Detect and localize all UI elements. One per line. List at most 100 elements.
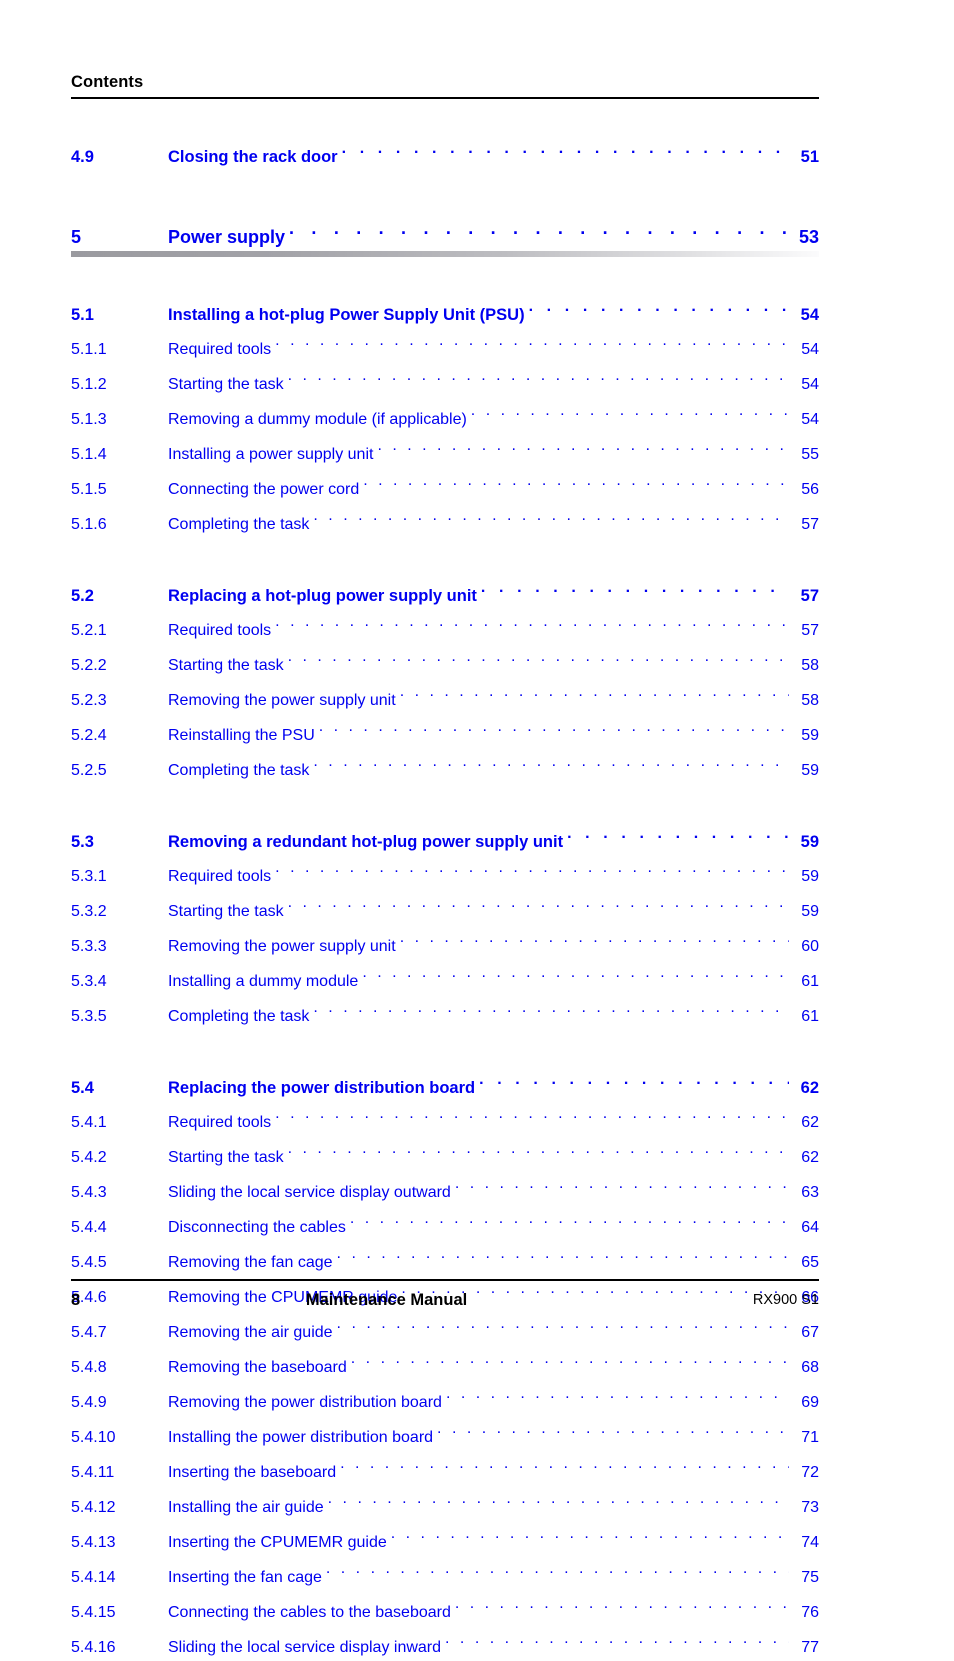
toc-entry[interactable]: 5.1.4 Installing a power supply unit 55: [71, 433, 819, 468]
toc-entry-page: 64: [801, 1219, 819, 1236]
toc-entry-title: Inserting the baseboard: [168, 1464, 337, 1481]
toc-entry-title: Required tools: [168, 341, 272, 358]
toc-entry[interactable]: 5.4.14 Inserting the fan cage 75: [71, 1556, 819, 1591]
toc-dot-leader: [337, 1241, 789, 1267]
toc-dot-leader: [351, 1346, 789, 1372]
footer-divider: [71, 1279, 819, 1281]
toc-dot-leader: [481, 575, 789, 601]
toc-entry-number: 5.3.2: [71, 903, 107, 920]
toc-entry-title: Completing the task: [168, 1008, 310, 1025]
toc-entry-title: Removing the fan cage: [168, 1254, 333, 1271]
toc-entry-number: 5.4.7: [71, 1324, 107, 1341]
toc-entry-page: 62: [800, 1079, 819, 1097]
toc-entry[interactable]: 5.4.10 Installing the power distribution …: [71, 1416, 819, 1451]
toc-entry-number: 5.3: [71, 833, 94, 851]
toc-entry-page: 72: [801, 1464, 819, 1481]
toc-entry[interactable]: 5.1.3 Removing a dummy module (if applica…: [71, 398, 819, 433]
toc-dot-leader: [319, 714, 789, 740]
toc-entry[interactable]: 5.4.7 Removing the air guide 67: [71, 1311, 819, 1346]
toc-entry-page: 60: [801, 938, 819, 955]
toc-entry-number: 5.4.3: [71, 1184, 107, 1201]
toc-entry[interactable]: 5.2.4 Reinstalling the PSU 59: [71, 714, 819, 749]
toc-entry-number: 5.1.6: [71, 516, 107, 533]
footer-product-name: RX900 S1: [752, 1292, 819, 1308]
toc-entry[interactable]: 5.3.5 Completing the task 61: [71, 995, 819, 1030]
toc-entry-number: 5.2.4: [71, 727, 107, 744]
toc-entry[interactable]: 5.4.3 Sliding the local service display o…: [71, 1171, 819, 1206]
toc-dot-leader: [400, 679, 789, 705]
table-of-contents: 4.9Closing the rack door51 5Power supply5…: [71, 136, 819, 1661]
toc-entry-number: 5.2.3: [71, 692, 107, 709]
toc-entry-number: 5.4.1: [71, 1114, 107, 1131]
toc-entry[interactable]: 5.4.12 Installing the air guide 73: [71, 1486, 819, 1521]
toc-entry[interactable]: 5.4.5 Removing the fan cage 65: [71, 1241, 819, 1276]
toc-entry[interactable]: 5.4.8 Removing the baseboard 68: [71, 1346, 819, 1381]
toc-entry-title: Starting the task: [168, 657, 284, 674]
toc-entry-title: Connecting the power cord: [168, 481, 360, 498]
toc-entry[interactable]: 5.4.1 Required tools 62: [71, 1101, 819, 1136]
toc-entry-title: Inserting the CPUMEMR guide: [168, 1534, 387, 1551]
toc-entry[interactable]: 5.2 Replacing a hot-plug power supply uni…: [71, 575, 819, 609]
toc-entry-number: 5.4.16: [71, 1639, 116, 1656]
toc-entry-number: 5.1.2: [71, 376, 107, 393]
toc-entry[interactable]: 5.3.3 Removing the power supply unit 60: [71, 925, 819, 960]
toc-entry-number: 5.3.5: [71, 1008, 107, 1025]
toc-dot-leader: [567, 821, 789, 847]
toc-entry[interactable]: 5.2.1 Required tools 57: [71, 609, 819, 644]
toc-entry[interactable]: 5.4.9 Removing the power distribution boa…: [71, 1381, 819, 1416]
toc-entry[interactable]: 5.1.2 Starting the task 54: [71, 363, 819, 398]
toc-entry-number: 5.4.4: [71, 1219, 107, 1236]
toc-entry-title: Reinstalling the PSU: [168, 727, 315, 744]
toc-entry[interactable]: 5.2.2 Starting the task 58: [71, 644, 819, 679]
toc-entry-page: 58: [801, 657, 819, 674]
toc-entry[interactable]: 5.4.11 Inserting the baseboard 72: [71, 1451, 819, 1486]
toc-entry-number: 5.4.12: [71, 1499, 116, 1516]
toc-entry[interactable]: 5.2.5 Completing the task 59: [71, 749, 819, 784]
toc-dot-leader: [455, 1591, 789, 1617]
toc-entry[interactable]: 5.4.15 Connecting the cables to the baseb…: [71, 1591, 819, 1626]
toc-entry[interactable]: 5.4.13 Inserting the CPUMEMR guide 74: [71, 1521, 819, 1556]
toc-entry[interactable]: 4.9 Closing the rack door 51: [71, 136, 819, 170]
toc-entry-page: 54: [801, 376, 819, 393]
toc-dot-leader: [326, 1556, 789, 1582]
toc-entry-page: 73: [801, 1499, 819, 1516]
toc-entry[interactable]: 5.4.2 Starting the task 62: [71, 1136, 819, 1171]
toc-entry-number: 5.1.3: [71, 411, 107, 428]
toc-entry-title: Installing a dummy module: [168, 973, 359, 990]
toc-entry-page: 57: [800, 587, 819, 605]
toc-entry-title: Removing a redundant hot-plug power supp…: [168, 833, 564, 851]
toc-entry[interactable]: 5.1 Installing a hot-plug Power Supply Un…: [71, 294, 819, 328]
toc-entry[interactable]: 5.1.6 Completing the task 57: [71, 503, 819, 538]
toc-entry[interactable]: 5.3.1 Required tools 59: [71, 855, 819, 890]
toc-entry-title: Removing the power supply unit: [168, 938, 396, 955]
toc-dot-leader: [275, 609, 789, 635]
toc-entry[interactable]: 5.1.5 Connecting the power cord 56: [71, 468, 819, 503]
toc-dot-leader: [288, 644, 789, 670]
toc-entry-number: 5.4.14: [71, 1569, 116, 1586]
toc-dot-leader: [391, 1521, 789, 1547]
toc-entry[interactable]: 5 Power supply 53: [71, 213, 819, 247]
toc-entry-number: 5.2: [71, 587, 94, 605]
toc-entry[interactable]: 5.4.4 Disconnecting the cables 64: [71, 1206, 819, 1241]
toc-entry-page: 59: [801, 903, 819, 920]
toc-entry[interactable]: 5.4.16 Sliding the local service display …: [71, 1626, 819, 1661]
toc-entry[interactable]: 5.3.2 Starting the task 59: [71, 890, 819, 925]
toc-dot-leader: [288, 363, 789, 389]
toc-entry-title: Removing the air guide: [168, 1324, 333, 1341]
toc-entry-title: Installing the power distribution board: [168, 1429, 434, 1446]
toc-dot-leader: [275, 855, 789, 881]
toc-dot-leader: [455, 1171, 789, 1197]
toc-entry[interactable]: 5.3 Removing a redundant hot-plug power s…: [71, 821, 819, 855]
toc-entry[interactable]: 5.3.4 Installing a dummy module 61: [71, 960, 819, 995]
toc-entry-number: 5: [71, 227, 82, 247]
toc-entry-page: 63: [801, 1184, 819, 1201]
toc-entry-page: 57: [801, 516, 819, 533]
toc-entry-number: 5.1.4: [71, 446, 107, 463]
toc-entry[interactable]: 5.1.1 Required tools 54: [71, 328, 819, 363]
toc-dot-leader: [313, 503, 789, 529]
toc-entry-page: 74: [801, 1534, 819, 1551]
toc-entry[interactable]: 5.2.3 Removing the power supply unit 58: [71, 679, 819, 714]
toc-entry-page: 76: [801, 1604, 819, 1621]
toc-entry-title: Closing the rack door: [168, 148, 338, 166]
toc-entry[interactable]: 5.4 Replacing the power distribution boar…: [71, 1067, 819, 1101]
